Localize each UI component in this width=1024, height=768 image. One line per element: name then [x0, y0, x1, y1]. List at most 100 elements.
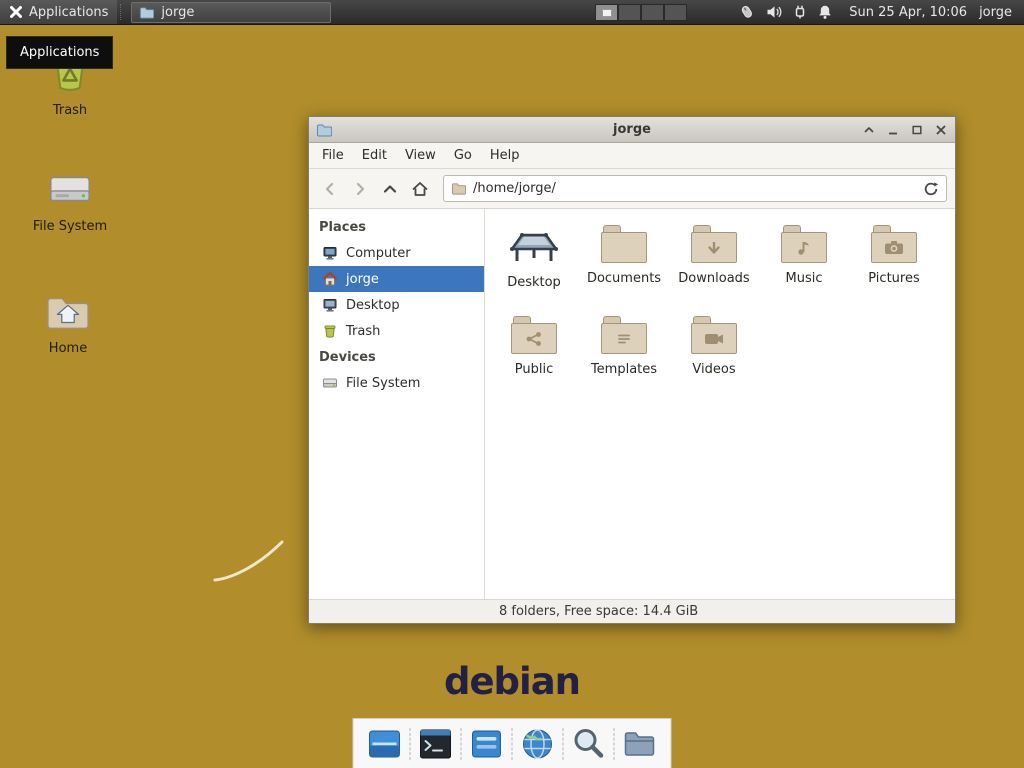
workspace-1[interactable]: [595, 4, 618, 21]
file-list[interactable]: Desktop Documents: [485, 209, 955, 599]
path-bar[interactable]: /home/jorge/: [443, 175, 947, 202]
folder-label: Music: [786, 271, 823, 286]
taskbar-button[interactable]: jorge: [131, 2, 331, 23]
sidebar-header-devices: Devices: [309, 344, 484, 370]
debian-logo-text: debian: [444, 660, 580, 703]
menu-go[interactable]: Go: [445, 145, 481, 166]
sidebar-item-file-system[interactable]: File System: [309, 370, 484, 396]
shade-button[interactable]: [862, 123, 876, 137]
menu-file[interactable]: File: [313, 145, 353, 166]
mouse-tray-icon[interactable]: [736, 1, 758, 23]
menu-edit[interactable]: Edit: [353, 145, 396, 166]
folder-item-templates[interactable]: Templates: [579, 316, 669, 377]
workspace-3[interactable]: [641, 4, 664, 21]
workspace-switcher[interactable]: [595, 4, 687, 21]
menu-view[interactable]: View: [396, 145, 445, 166]
home-button[interactable]: [407, 176, 433, 202]
top-panel: Applications jorge: [0, 0, 1024, 25]
dock-item-file-manager[interactable]: [618, 722, 662, 766]
user-menu[interactable]: jorge: [979, 5, 1012, 20]
templates-emblem-icon: [617, 332, 631, 346]
dock-item-desktop[interactable]: [363, 722, 407, 766]
menu-help[interactable]: Help: [481, 145, 529, 166]
desktop-icon-home[interactable]: Home: [22, 292, 114, 356]
desktop-icon-label: Home: [49, 341, 87, 356]
path-text: /home/jorge/: [473, 181, 556, 196]
file-manager-window: jorge F: [308, 116, 956, 624]
folder-icon: [691, 316, 737, 354]
window-icon: [316, 122, 332, 138]
computer-icon: [322, 245, 338, 261]
sidebar-item-computer[interactable]: Computer: [309, 240, 484, 266]
statusbar: 8 folders, Free space: 14.4 GiB: [309, 599, 955, 623]
folder-item-public[interactable]: Public: [489, 316, 579, 377]
xfce-logo-icon: [9, 5, 23, 19]
volume-icon[interactable]: [766, 4, 783, 20]
sidebar-item-label: Trash: [346, 324, 380, 339]
applications-label: Applications: [29, 5, 108, 20]
folder-icon: [781, 225, 827, 263]
panel-separator: [120, 4, 126, 20]
sidebar-item-jorge[interactable]: jorge: [309, 266, 484, 292]
dock-item-settings[interactable]: [465, 722, 509, 766]
drive-icon: [47, 168, 93, 210]
folder-item-music[interactable]: Music: [759, 225, 849, 290]
folder-icon: [601, 316, 647, 354]
up-button[interactable]: [377, 176, 403, 202]
workspace-4[interactable]: [664, 4, 687, 21]
desktop-icon-label: File System: [33, 219, 107, 234]
sidebar-item-label: Desktop: [346, 298, 400, 313]
folder-item-videos[interactable]: Videos: [669, 316, 759, 377]
minimize-icon: [887, 124, 899, 136]
close-button[interactable]: [934, 123, 948, 137]
sidebar: Places Computer jorge: [309, 209, 485, 599]
folder-label: Pictures: [868, 271, 919, 286]
maximize-button[interactable]: [910, 123, 924, 137]
home-icon: [411, 180, 429, 198]
web-browser-icon: [520, 726, 556, 762]
window-title: jorge: [309, 122, 955, 137]
titlebar[interactable]: jorge: [309, 117, 955, 143]
reload-icon[interactable]: [923, 181, 939, 197]
desktop[interactable]: { "colors": { "desktop_bg": "#b18e2b", "…: [0, 0, 1024, 768]
notification-bell-icon[interactable]: [817, 4, 833, 20]
toolbar: /home/jorge/: [309, 169, 955, 209]
taskbar-window-icon: [139, 5, 154, 20]
desktop-icon-label: Trash: [53, 103, 87, 118]
minimize-button[interactable]: [886, 123, 900, 137]
dock-separator: [410, 728, 411, 760]
workspace-2[interactable]: [618, 4, 641, 21]
folder-item-documents[interactable]: Documents: [579, 225, 669, 290]
folder-item-desktop[interactable]: Desktop: [489, 225, 579, 290]
desktop-icon-file-system[interactable]: File System: [24, 168, 116, 234]
dock-separator: [563, 728, 564, 760]
sidebar-item-desktop[interactable]: Desktop: [309, 292, 484, 318]
dock-item-web-browser[interactable]: [516, 722, 560, 766]
dock-item-terminal[interactable]: [414, 722, 458, 766]
folder-label: Downloads: [678, 271, 749, 286]
folder-label: Templates: [591, 362, 657, 377]
folder-item-pictures[interactable]: Pictures: [849, 225, 939, 290]
desk-icon: [510, 225, 558, 267]
folder-item-downloads[interactable]: Downloads: [669, 225, 759, 290]
wallpaper-swirl: [210, 536, 290, 586]
applications-menu-button[interactable]: Applications: [0, 0, 117, 24]
folder-label: Documents: [587, 271, 661, 286]
folder-label: Videos: [692, 362, 735, 377]
taskbar-button-label: jorge: [161, 5, 194, 20]
home-icon: [322, 271, 338, 287]
dock-item-app-finder[interactable]: [567, 722, 611, 766]
power-manager-icon[interactable]: [794, 4, 806, 20]
maximize-icon: [911, 124, 923, 136]
trash-icon: [322, 323, 338, 339]
sidebar-item-trash[interactable]: Trash: [309, 318, 484, 344]
forward-button[interactable]: [347, 176, 373, 202]
panel-preferences-icon: [469, 726, 505, 762]
folder-icon: [511, 316, 557, 354]
clock[interactable]: Sun 25 Apr, 10:06: [849, 5, 967, 20]
folder-icon: [601, 225, 647, 263]
dock-separator: [461, 728, 462, 760]
folder-label: Desktop: [507, 275, 561, 290]
back-button[interactable]: [317, 176, 343, 202]
forward-icon: [352, 181, 368, 197]
